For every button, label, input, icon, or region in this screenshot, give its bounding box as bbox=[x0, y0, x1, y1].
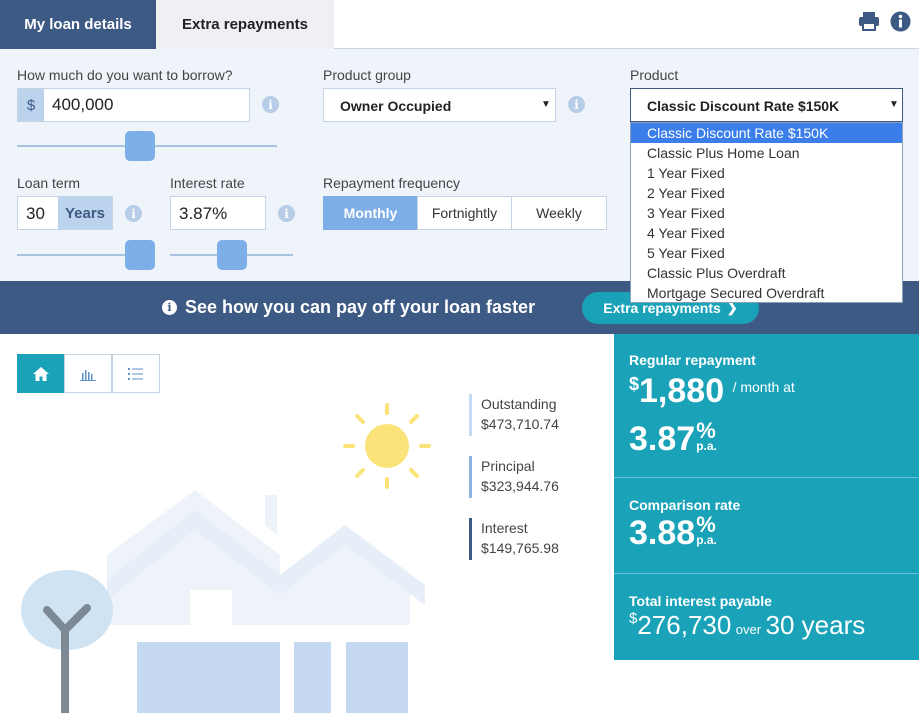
product-group-info-icon[interactable]: i bbox=[568, 96, 585, 113]
borrow-value: 400,000 bbox=[52, 95, 114, 114]
legend-swatch bbox=[469, 518, 472, 560]
product-option[interactable]: Mortgage Secured Overdraft bbox=[631, 283, 902, 303]
product-group-label: Product group bbox=[323, 67, 411, 83]
total-interest-amount: $276,730 over 30 years bbox=[629, 610, 865, 641]
house-illustration bbox=[21, 403, 431, 713]
product-option[interactable]: 1 Year Fixed bbox=[631, 163, 902, 183]
rate-value: 3.87 bbox=[629, 420, 696, 458]
legend-swatch bbox=[469, 394, 472, 436]
list-icon bbox=[128, 367, 143, 380]
loan-term-unit: Years bbox=[58, 197, 112, 229]
interest-rate-slider-thumb[interactable] bbox=[216, 240, 247, 270]
interest-rate-info-icon[interactable]: i bbox=[278, 205, 295, 222]
comparison-rate-value: 3.88 bbox=[629, 514, 696, 552]
rate-unit-group: % p.a. bbox=[696, 420, 717, 453]
product-option[interactable]: Classic Plus Overdraft bbox=[631, 263, 902, 283]
tab-extra-repayments[interactable]: Extra repayments bbox=[156, 0, 334, 49]
currency-prefix: $ bbox=[18, 89, 44, 121]
repayment-suffix: / month at bbox=[732, 379, 795, 395]
product-label: Product bbox=[630, 67, 679, 83]
product-option[interactable]: 3 Year Fixed bbox=[631, 203, 902, 223]
loan-term-info-icon[interactable]: i bbox=[125, 205, 142, 222]
legend-label: Interest bbox=[481, 520, 528, 536]
repayment-amount: $1,880 / month at bbox=[629, 372, 795, 411]
borrow-label: How much do you want to borrow? bbox=[17, 67, 233, 83]
product-option[interactable]: 5 Year Fixed bbox=[631, 243, 902, 263]
borrow-slider-thumb[interactable] bbox=[124, 131, 155, 161]
loan-term-slider-thumb[interactable] bbox=[125, 240, 155, 270]
repayment-frequency-label: Repayment frequency bbox=[323, 175, 460, 191]
product-option[interactable]: 4 Year Fixed bbox=[631, 223, 902, 243]
product-option[interactable]: Classic Discount Rate $150K bbox=[631, 123, 902, 143]
borrow-info-icon[interactable]: i bbox=[262, 96, 279, 113]
legend-label: Outstanding bbox=[481, 396, 557, 412]
tab-my-loan-details[interactable]: My loan details bbox=[0, 0, 156, 49]
frequency-weekly[interactable]: Weekly bbox=[511, 196, 607, 230]
sun-icon bbox=[343, 403, 431, 489]
print-icon[interactable] bbox=[858, 10, 880, 32]
comparison-rate-section: Comparison rate 3.88% p.a. bbox=[614, 478, 919, 573]
tree-icon bbox=[21, 570, 113, 713]
product-option[interactable]: Classic Plus Home Loan bbox=[631, 143, 902, 163]
frequency-fortnightly[interactable]: Fortnightly bbox=[417, 196, 512, 230]
banner-text: See how you can pay off your loan faster bbox=[185, 297, 536, 317]
repayment-rate: 3.87% p.a. bbox=[629, 420, 717, 459]
chevron-down-icon: ▼ bbox=[541, 99, 551, 110]
total-interest-section: Total interest payable $276,730 over 30 … bbox=[614, 574, 919, 660]
product-dropdown-list: Classic Discount Rate $150K Classic Plus… bbox=[630, 122, 903, 303]
pa-label: p.a. bbox=[696, 439, 717, 453]
legend-value: $473,710.74 bbox=[481, 416, 559, 432]
legend-value: $323,944.76 bbox=[481, 478, 559, 494]
loan-term-value: 30 bbox=[26, 204, 45, 223]
pa-label: p.a. bbox=[696, 533, 717, 547]
loan-term-label: Loan term bbox=[17, 175, 81, 191]
chart-view-toggle[interactable] bbox=[64, 354, 112, 393]
total-interest-title: Total interest payable bbox=[629, 593, 772, 609]
total-interest-value: 276,730 bbox=[637, 610, 732, 640]
info-icon: i bbox=[162, 300, 177, 315]
legend-label: Principal bbox=[481, 458, 535, 474]
results-panel: Regular repayment $1,880 / month at 3.87… bbox=[614, 334, 919, 660]
product-value: Classic Discount Rate $150K bbox=[647, 98, 840, 114]
interest-rate-label: Interest rate bbox=[170, 175, 245, 191]
regular-repayment-title: Regular repayment bbox=[629, 352, 756, 368]
legend-swatch bbox=[469, 456, 472, 498]
over-label: over bbox=[735, 622, 762, 637]
home-view-toggle[interactable] bbox=[17, 354, 65, 393]
interest-rate-value: 3.87% bbox=[179, 204, 228, 223]
regular-repayment-section: Regular repayment $1,880 / month at 3.87… bbox=[614, 334, 919, 477]
chevron-down-icon: ▼ bbox=[889, 99, 899, 110]
legend-value: $149,765.98 bbox=[481, 540, 559, 556]
currency-symbol: $ bbox=[629, 374, 640, 394]
comparison-rate: 3.88% p.a. bbox=[629, 514, 717, 553]
tab-bar: My loan details Extra repayments bbox=[0, 0, 919, 49]
list-view-toggle[interactable] bbox=[112, 354, 160, 393]
frequency-monthly[interactable]: Monthly bbox=[323, 196, 418, 230]
comparison-rate-title: Comparison rate bbox=[629, 497, 741, 513]
term-value: 30 years bbox=[765, 610, 866, 640]
home-icon bbox=[33, 366, 49, 381]
bar-chart-icon bbox=[80, 369, 96, 381]
info-icon[interactable] bbox=[889, 10, 911, 32]
product-option[interactable]: 2 Year Fixed bbox=[631, 183, 902, 203]
repayment-value: 1,880 bbox=[639, 372, 725, 410]
product-group-value: Owner Occupied bbox=[340, 98, 452, 114]
house-icon bbox=[107, 490, 425, 713]
rate-unit-group: % p.a. bbox=[696, 514, 717, 547]
